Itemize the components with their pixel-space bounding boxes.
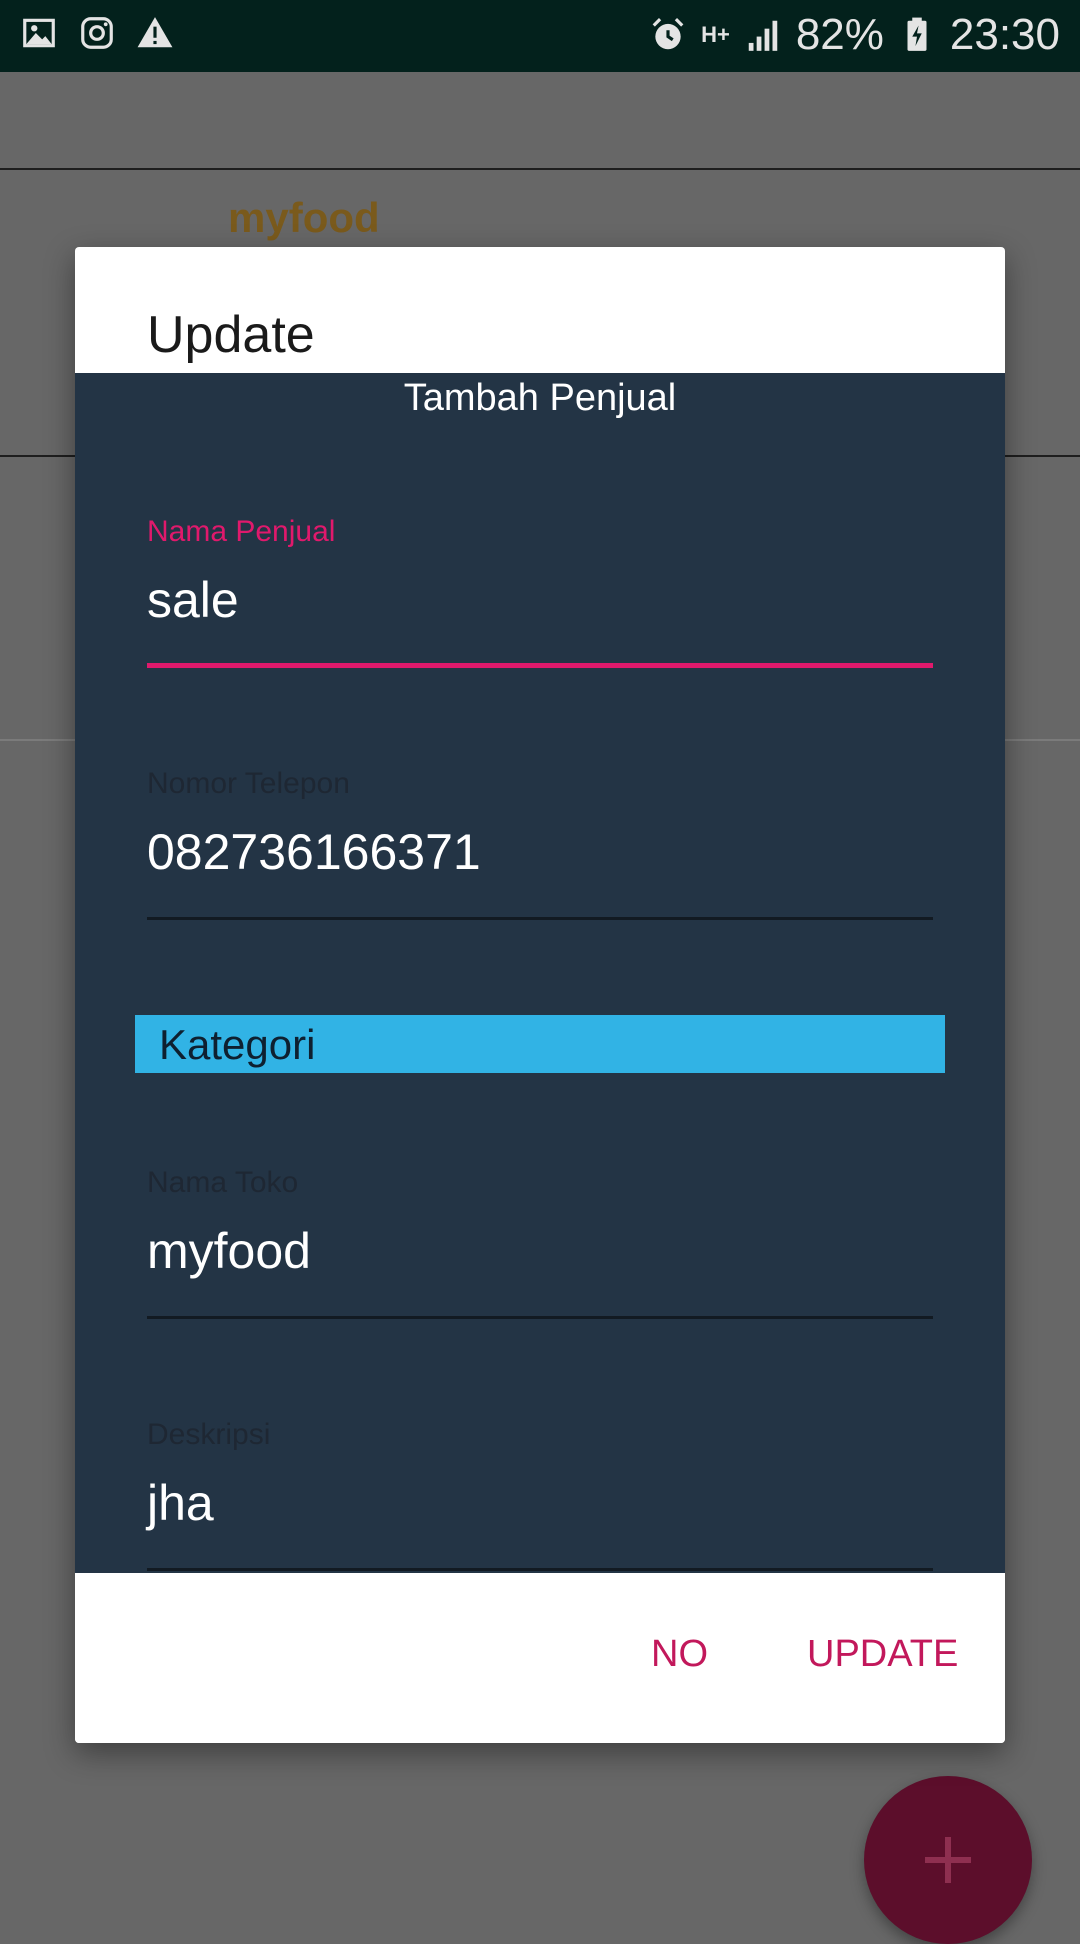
clock: 23:30 — [949, 10, 1060, 59]
warning-icon — [137, 17, 173, 48]
nama-toko-field[interactable]: Nama Toko myfood — [147, 1166, 933, 1319]
nama-penjual-input[interactable]: sale — [147, 571, 239, 629]
input-underline — [147, 917, 933, 920]
battery-charging-icon — [907, 17, 927, 51]
nama-penjual-field[interactable]: Nama Penjual sale — [147, 515, 933, 668]
dialog-form: Tambah Penjual Nama Penjual sale Nomor T… — [75, 373, 1005, 1573]
dialog-actions: NO UPDATE — [75, 1573, 1005, 1743]
status-icons-right: H+ 82% 23:30 — [649, 10, 1060, 60]
deskripsi-input[interactable]: jha — [147, 1474, 214, 1532]
hplus-data-icon: H+ — [701, 22, 730, 47]
dialog-title: Update — [147, 306, 315, 364]
list-item-title: myfood — [228, 194, 380, 241]
nomor-telepon-field[interactable]: Nomor Telepon 082736166371 — [147, 767, 933, 920]
nama-penjual-label: Nama Penjual — [147, 515, 336, 548]
section-title: Tambah Penjual — [403, 377, 677, 419]
kategori-label: Kategori — [159, 1021, 316, 1068]
deskripsi-label: Deskripsi — [147, 1418, 271, 1451]
nama-toko-input[interactable]: myfood — [147, 1222, 311, 1280]
deskripsi-field[interactable]: Deskripsi jha — [147, 1418, 933, 1571]
gallery-icon — [23, 18, 55, 48]
instagram-icon — [81, 17, 113, 49]
signal-icon — [748, 20, 778, 51]
update-dialog: Update Tambah Penjual Nama Penjual sale … — [75, 247, 1005, 1743]
input-underline — [147, 1316, 933, 1319]
divider — [0, 168, 1080, 170]
add-fab-button[interactable] — [864, 1776, 1032, 1944]
status-icons-left — [20, 14, 174, 52]
no-button[interactable]: NO — [651, 1633, 708, 1676]
kategori-spinner[interactable]: Kategori — [135, 1015, 945, 1073]
update-button[interactable]: UPDATE — [807, 1633, 958, 1676]
nama-toko-label: Nama Toko — [147, 1166, 299, 1199]
nomor-telepon-input[interactable]: 082736166371 — [147, 823, 481, 881]
nomor-telepon-label: Nomor Telepon — [147, 767, 350, 800]
alarm-icon — [652, 18, 684, 50]
plus-icon — [864, 1776, 1032, 1944]
input-underline — [147, 1568, 933, 1571]
input-underline — [147, 663, 933, 668]
status-bar: H+ 82% 23:30 — [0, 0, 1080, 72]
battery-percent: 82% — [795, 10, 884, 59]
